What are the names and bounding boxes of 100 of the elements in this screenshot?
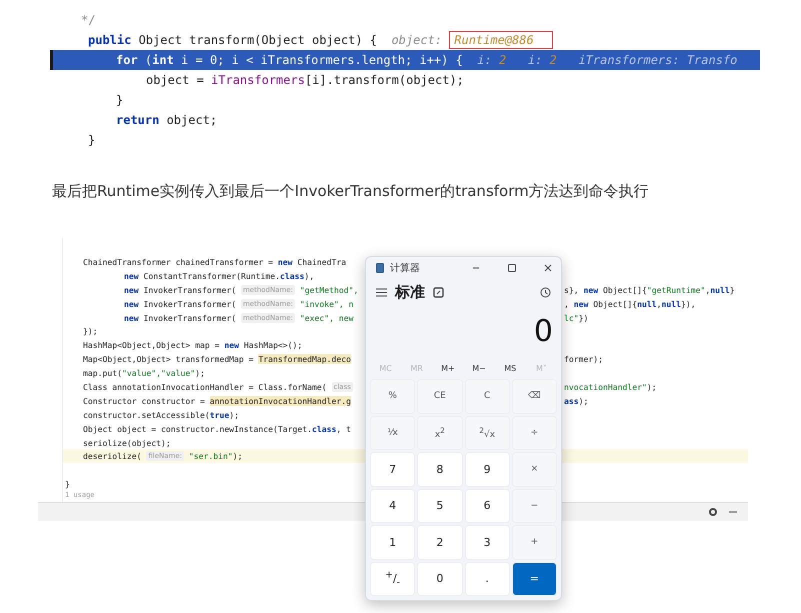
function-key[interactable]: ⅟x bbox=[370, 416, 416, 450]
function-key[interactable]: ÷ bbox=[512, 416, 557, 450]
code-keyword: new bbox=[124, 270, 139, 281]
code-string: "value","value" bbox=[122, 368, 196, 378]
number-key[interactable]: 7 bbox=[370, 452, 416, 486]
code-text: InvokerTransformer( bbox=[142, 298, 238, 309]
code-string: "ser.bin" bbox=[188, 451, 233, 462]
memory-button[interactable]: M− bbox=[463, 362, 495, 374]
function-key[interactable]: + bbox=[512, 525, 557, 560]
history-icon[interactable] bbox=[540, 286, 551, 298]
inline-hint: iTransformers: Transfo bbox=[577, 53, 738, 67]
paragraph: 最后把Runtime实例传入到最后一个InvokerTransformer的transform方法达到命令执行 bbox=[52, 181, 650, 202]
code-keyword: return bbox=[116, 113, 160, 127]
window-overlay-icon[interactable] bbox=[433, 286, 444, 298]
function-key[interactable]: C bbox=[464, 379, 510, 414]
code-text: Class annotationInvocationHandler = Class.forName( bbox=[83, 382, 328, 392]
inline-value: 2 bbox=[550, 53, 557, 67]
code-text: }), bbox=[680, 298, 696, 309]
code-text: , bbox=[705, 284, 710, 295]
equals-key[interactable]: = bbox=[512, 562, 557, 596]
number-key[interactable]: 8 bbox=[417, 452, 462, 486]
code-text: InvokerTransformer( bbox=[142, 284, 238, 295]
code-text: ( bbox=[144, 53, 152, 67]
code-keyword: null bbox=[637, 298, 657, 309]
code-keyword: null bbox=[661, 298, 681, 309]
menu-icon[interactable] bbox=[376, 288, 387, 296]
code-text: object = bbox=[146, 73, 205, 87]
number-key[interactable]: . bbox=[464, 562, 510, 596]
code-string: nvocationHandler" bbox=[564, 382, 647, 392]
function-key[interactable]: x$^{2}$ bbox=[417, 416, 462, 450]
boxed-value: Runtime@886 bbox=[449, 31, 553, 49]
number-key[interactable]: 5 bbox=[417, 488, 462, 523]
code-text: HashMap<Object,Object> map = bbox=[83, 340, 220, 350]
code-comment: */ bbox=[81, 13, 96, 27]
inline-hint: i: bbox=[526, 53, 544, 67]
code-text: HashMap<>(); bbox=[242, 340, 302, 350]
code-field: iTransformers bbox=[211, 73, 305, 87]
code-string: "getRuntime" bbox=[646, 284, 706, 295]
code-text: } bbox=[116, 93, 124, 107]
inline-hint: object: bbox=[391, 33, 444, 47]
code-string: "invoke", n bbox=[298, 298, 354, 309]
code-keyword: new bbox=[278, 256, 293, 267]
code-text: Object[]{ bbox=[602, 284, 647, 295]
mode-title: 标准 bbox=[395, 282, 425, 302]
code-text: } bbox=[730, 284, 735, 295]
calculator-app-icon bbox=[376, 263, 384, 273]
function-key[interactable]: CE bbox=[417, 379, 462, 414]
code-text: } bbox=[88, 133, 96, 147]
code-keyword: null bbox=[710, 284, 730, 295]
number-key[interactable]: 6 bbox=[464, 488, 510, 523]
code-text: deseriolize( bbox=[83, 451, 142, 462]
highlighted-code: TransformedMap.deco bbox=[258, 354, 352, 364]
number-key[interactable]: 1 bbox=[370, 525, 416, 560]
code-text: ChainedTransformer chainedTransformer = bbox=[83, 256, 274, 267]
inline-hint: i: bbox=[477, 53, 493, 67]
function-key[interactable]: − bbox=[512, 488, 557, 523]
code-keyword: new bbox=[124, 312, 139, 322]
code-text: } bbox=[65, 479, 70, 490]
code-text: ); bbox=[646, 382, 657, 392]
number-key[interactable]: 4 bbox=[370, 488, 416, 523]
code-text: i = 0; i < iTransformers.length; i++) { bbox=[180, 53, 464, 67]
memory-button[interactable]: M+ bbox=[432, 362, 464, 374]
code-keyword: public bbox=[88, 33, 132, 47]
function-key[interactable]: $^{2}$√x bbox=[464, 416, 510, 450]
code-keyword: new bbox=[124, 298, 139, 309]
code-text: ); bbox=[195, 368, 205, 378]
code-keyword: new bbox=[224, 340, 239, 350]
code-string: lc" bbox=[564, 312, 579, 322]
code-keyword: int bbox=[152, 53, 174, 67]
code-text: object; bbox=[166, 113, 218, 127]
code-keyword: true bbox=[210, 410, 230, 420]
code-text: ConstantTransformer(Runtime. bbox=[142, 270, 280, 281]
number-key[interactable]: 0 bbox=[417, 562, 462, 596]
number-key[interactable]: $^{+}$/$_{-}$ bbox=[370, 562, 416, 596]
memory-button[interactable]: MS bbox=[494, 362, 526, 374]
code-text: , bbox=[564, 298, 570, 309]
code-text: [i].transform(object); bbox=[304, 73, 464, 87]
code-text: constructor.setAccessible( bbox=[83, 410, 210, 420]
code-keyword: new bbox=[124, 284, 139, 295]
function-key[interactable]: ⌫ bbox=[512, 379, 557, 414]
code-keyword: new bbox=[574, 298, 588, 309]
code-text: Constructor constructor = bbox=[83, 396, 206, 406]
code-text: Object[]{ bbox=[592, 298, 638, 309]
code-keyword: ass bbox=[564, 396, 579, 406]
code-text: ChainedTra bbox=[296, 256, 346, 267]
number-key[interactable]: 3 bbox=[464, 525, 510, 560]
code-text: }) bbox=[578, 312, 588, 322]
function-key[interactable]: × bbox=[512, 452, 557, 486]
number-key[interactable]: 2 bbox=[417, 525, 462, 560]
code-text: ); bbox=[578, 396, 588, 406]
code-string: "getMethod", bbox=[298, 284, 358, 295]
function-key[interactable]: % bbox=[370, 379, 416, 414]
code-text: Object transform(Object object) { bbox=[138, 33, 378, 47]
code-text: map.put( bbox=[83, 368, 122, 378]
close-icon[interactable] bbox=[543, 263, 553, 273]
code-text: ); bbox=[232, 451, 243, 462]
number-key[interactable]: 9 bbox=[464, 452, 510, 486]
code-keyword: class bbox=[280, 270, 304, 281]
code-keyword: new bbox=[584, 284, 598, 295]
maximize-icon[interactable] bbox=[507, 263, 517, 273]
